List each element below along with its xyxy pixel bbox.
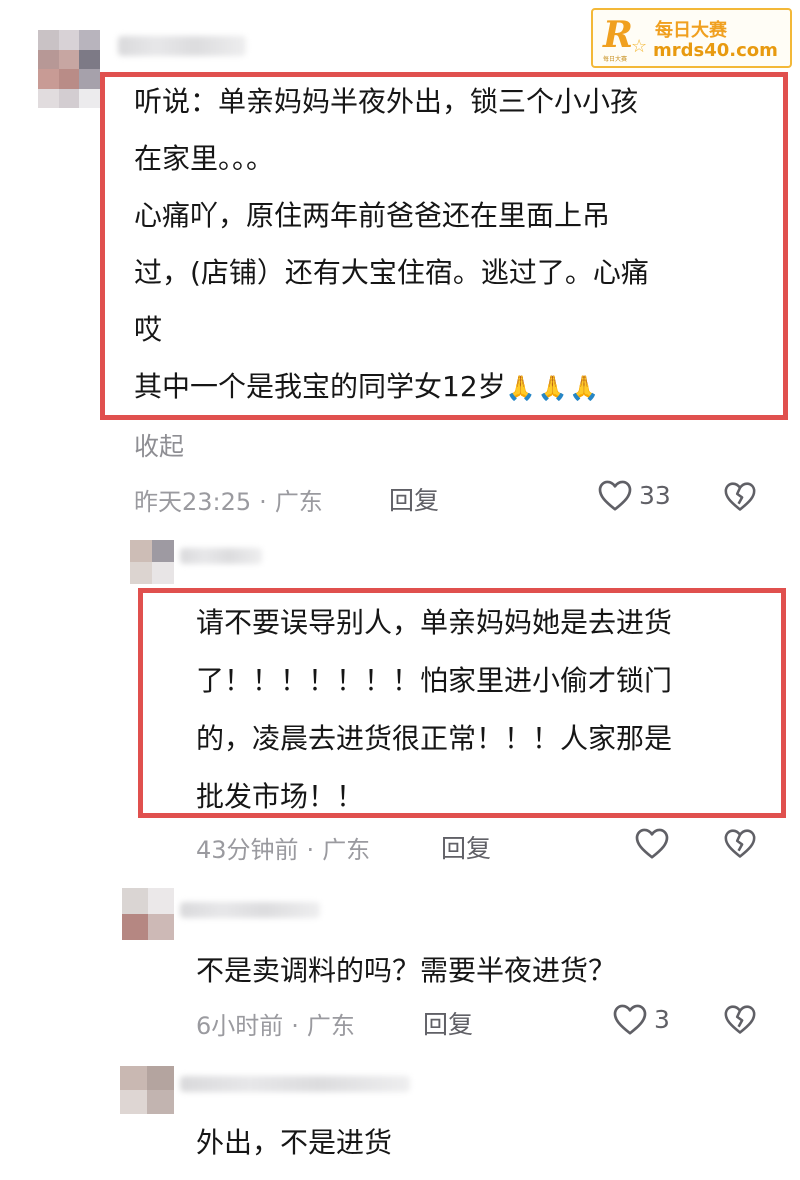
heart-outline-icon [635, 828, 669, 859]
comment-meta: 43分钟前 · 广东 [196, 830, 370, 865]
meta-separator: · [291, 1012, 299, 1040]
like-button[interactable] [634, 826, 676, 860]
comment-body: 听说：单亲妈妈半夜外出，锁三个小小孩 在家里。。。 心痛吖，原住两年前爸爸还在里… [134, 85, 649, 403]
broken-heart-icon[interactable] [723, 827, 757, 859]
comment-location: 广东 [306, 1012, 355, 1040]
heart-outline-icon [613, 1004, 647, 1035]
collapse-button[interactable]: 收起 [134, 427, 184, 463]
folded-hands-icon: 🙏🙏🙏 [505, 373, 602, 402]
comment-meta: 昨天23:25 · 广东 [134, 482, 323, 517]
comment-meta: 6小时前 · 广东 [196, 1006, 355, 1041]
meta-separator: · [306, 836, 315, 864]
star-icon: ☆ [631, 36, 648, 57]
like-button[interactable]: 3 [612, 1002, 670, 1036]
comment-location: 广东 [274, 488, 323, 516]
avatar[interactable] [130, 540, 174, 584]
reply-button[interactable]: 回复 [389, 481, 439, 517]
comment-text: 外出，不是进货 [196, 1126, 393, 1159]
comment-text: 请不要误导别人，单亲妈妈她是去进货 了！！！！！！！怕家里进小偷才锁门 的，凌晨… [196, 606, 673, 813]
watermark-url: mrds40.com [653, 40, 778, 61]
avatar[interactable] [38, 30, 100, 108]
site-watermark: R ☆ 每日大赛 每日大赛 mrds40.com [591, 8, 792, 68]
like-button[interactable]: 33 [597, 478, 671, 512]
username-blurred[interactable] [180, 902, 320, 918]
comment-time: 43分钟前 [196, 836, 299, 864]
broken-heart-icon[interactable] [723, 1003, 757, 1035]
username-blurred[interactable] [180, 548, 262, 564]
broken-heart-icon[interactable] [723, 480, 757, 512]
comment-time: 昨天23:25 [134, 488, 252, 516]
reply-button[interactable]: 回复 [423, 1005, 473, 1041]
avatar[interactable] [122, 888, 174, 940]
meta-separator: · [259, 488, 267, 516]
username-blurred[interactable] [180, 1076, 410, 1092]
like-count: 33 [639, 480, 671, 510]
heart-outline-icon [598, 480, 632, 511]
watermark-title: 每日大赛 [655, 20, 727, 41]
comment-location: 广东 [322, 836, 371, 864]
like-count: 3 [654, 1004, 670, 1034]
watermark-logo-caption: 每日大赛 [603, 56, 628, 63]
comment-time: 6小时前 [196, 1012, 284, 1040]
comment-text: 听说：单亲妈妈半夜外出，锁三个小小孩 在家里。。。 心痛吖，原住两年前爸爸还在里… [134, 73, 754, 417]
avatar[interactable] [120, 1066, 174, 1114]
comment-text: 不是卖调料的吗？需要半夜进货？ [196, 954, 617, 987]
username-blurred[interactable] [118, 36, 246, 56]
watermark-logo-letter: R [603, 14, 633, 56]
reply-button[interactable]: 回复 [441, 829, 491, 865]
